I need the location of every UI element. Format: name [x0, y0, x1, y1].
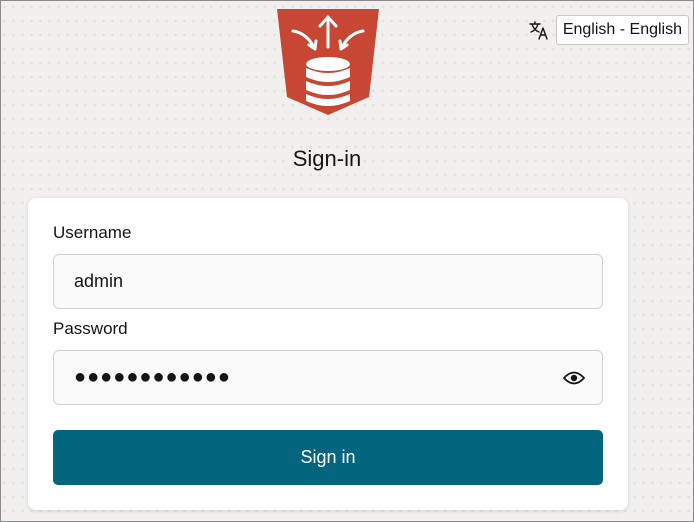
sign-in-button[interactable]: Sign in — [53, 430, 603, 485]
password-label: Password — [53, 319, 128, 338]
sign-in-card: Username admin Password ●●●●●●●●●●●● Sig… — [28, 198, 628, 510]
translate-icon — [528, 19, 550, 41]
eye-icon[interactable] — [562, 367, 586, 389]
database-arrows-logo — [277, 9, 379, 117]
username-label: Username — [53, 223, 132, 242]
username-field[interactable]: admin — [53, 254, 603, 309]
username-value: admin — [74, 271, 124, 291]
password-field[interactable]: ●●●●●●●●●●●● — [53, 350, 603, 405]
language-picker: English - English — [528, 15, 689, 45]
language-select[interactable]: English - English — [555, 15, 689, 45]
page-title: Sign-in — [292, 146, 362, 171]
password-value: ●●●●●●●●●●●● — [74, 366, 231, 388]
